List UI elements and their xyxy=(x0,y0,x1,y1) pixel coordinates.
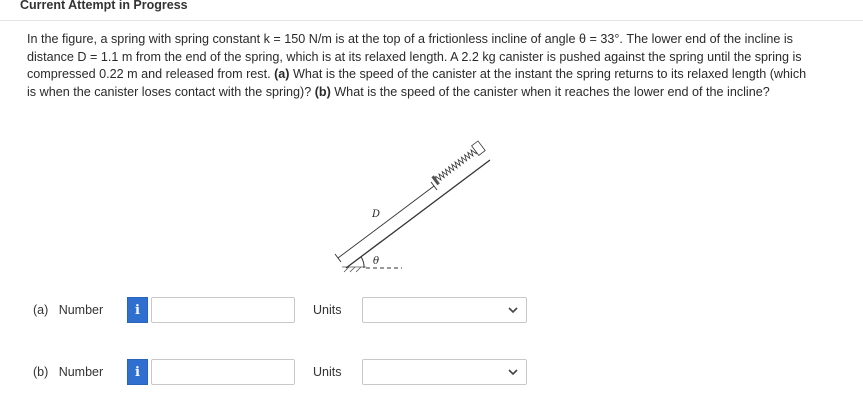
chevron-down-icon xyxy=(508,307,518,314)
answer-row-b: (b) Number i Units xyxy=(0,357,863,387)
units-select-a[interactable] xyxy=(362,297,527,323)
spring xyxy=(431,140,486,186)
units-label-b: Units xyxy=(313,365,342,379)
answer-label-a: (a) Number xyxy=(33,303,103,317)
number-input-a[interactable] xyxy=(151,297,295,323)
number-input-b[interactable] xyxy=(151,359,295,385)
number-label-b: Number xyxy=(58,365,104,379)
header-bar: Current Attempt in Progress xyxy=(0,0,863,21)
answer-part-b: (b) xyxy=(33,365,49,379)
ground-hatch xyxy=(342,266,366,273)
distance-d-line xyxy=(337,185,435,259)
part-a-tag: (a) xyxy=(274,67,290,82)
theta-label: θ xyxy=(373,256,379,267)
info-button-b[interactable]: i xyxy=(127,359,148,385)
distance-d-tick-low xyxy=(334,253,342,263)
info-button-a[interactable]: i xyxy=(127,297,148,323)
attempt-status-title: Current Attempt in Progress xyxy=(20,0,188,12)
question-text: In the figure, a spring with spring cons… xyxy=(27,31,817,101)
incline-spring-figure: θ D xyxy=(334,140,491,273)
answer-part-a: (a) xyxy=(33,303,49,317)
part-b-question: What is the speed of the canister when i… xyxy=(334,84,770,99)
angle-arc xyxy=(360,256,365,269)
number-label-a: Number xyxy=(58,303,104,317)
chevron-down-icon xyxy=(508,369,518,376)
d-label: D xyxy=(371,209,380,220)
answer-label-b: (b) Number xyxy=(33,365,103,379)
answer-row-a: (a) Number i Units xyxy=(0,295,863,325)
incline-surface xyxy=(345,159,491,269)
part-b-tag: (b) xyxy=(314,84,331,99)
units-select-b[interactable] xyxy=(362,359,527,385)
units-label-a: Units xyxy=(313,303,342,317)
